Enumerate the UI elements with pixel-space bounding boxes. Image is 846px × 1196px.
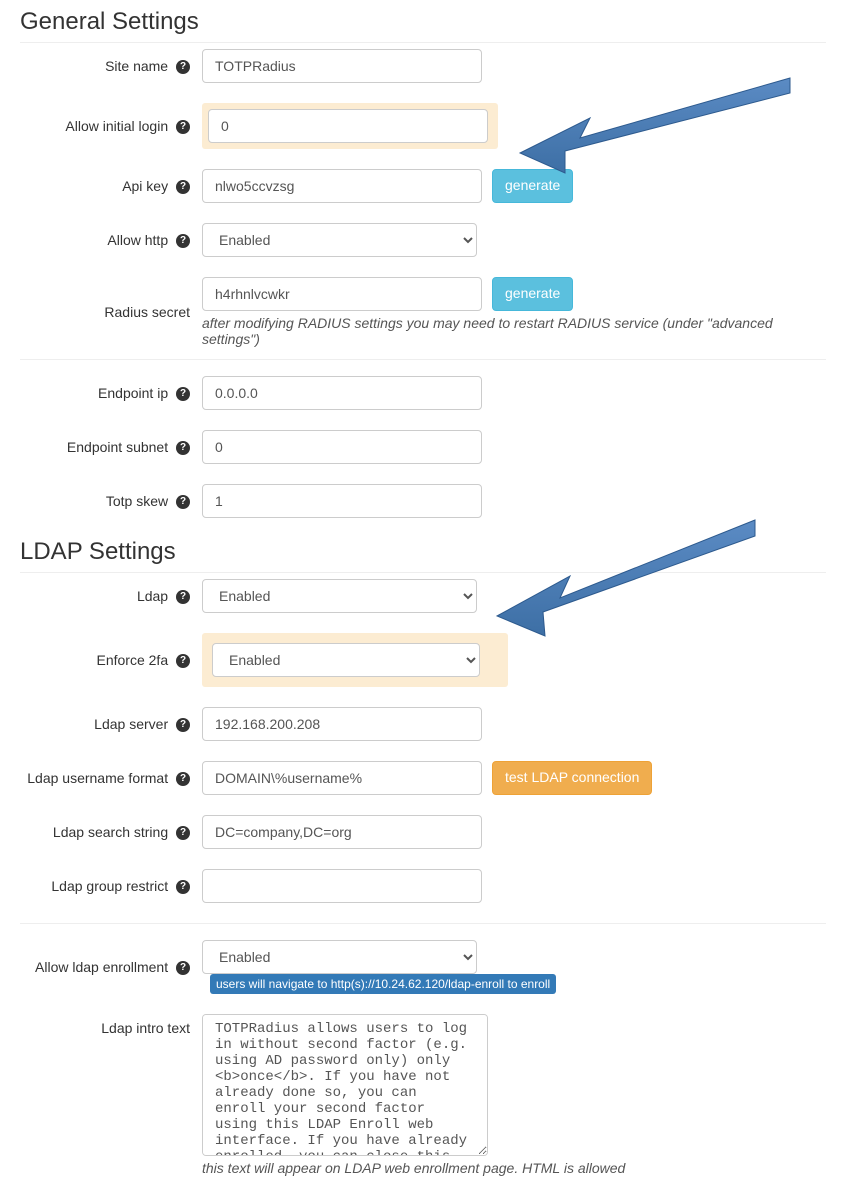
help-icon[interactable]: ?	[176, 441, 190, 455]
ldap-intro-textarea[interactable]: TOTPRadius allows users to log in withou…	[202, 1014, 488, 1156]
generate-radius-secret-button[interactable]: generate	[492, 277, 573, 311]
api-key-label: Api key	[122, 178, 168, 194]
radius-secret-label: Radius secret	[104, 304, 190, 320]
ldap-settings-heading: LDAP Settings	[20, 538, 826, 573]
api-key-input[interactable]	[202, 169, 482, 203]
ldap-group-restrict-label: Ldap group restrict	[51, 878, 168, 894]
help-icon[interactable]: ?	[176, 772, 190, 786]
general-settings-heading: General Settings	[20, 8, 826, 43]
allow-initial-login-label: Allow initial login	[65, 118, 168, 134]
help-icon[interactable]: ?	[176, 180, 190, 194]
endpoint-subnet-label: Endpoint subnet	[67, 439, 168, 455]
site-name-input[interactable]	[202, 49, 482, 83]
ldap-server-input[interactable]	[202, 707, 482, 741]
radius-secret-input[interactable]	[202, 277, 482, 311]
enforce-2fa-label: Enforce 2fa	[97, 652, 169, 668]
radius-help-text: after modifying RADIUS settings you may …	[202, 315, 826, 347]
endpoint-subnet-input[interactable]	[202, 430, 482, 464]
help-icon[interactable]: ?	[176, 495, 190, 509]
ldap-select[interactable]: Enabled	[202, 579, 477, 613]
ldap-group-restrict-input[interactable]	[202, 869, 482, 903]
help-icon[interactable]: ?	[176, 234, 190, 248]
allow-http-label: Allow http	[107, 232, 168, 248]
endpoint-ip-label: Endpoint ip	[98, 385, 168, 401]
ldap-username-format-input[interactable]	[202, 761, 482, 795]
help-icon[interactable]: ?	[176, 387, 190, 401]
allow-ldap-enrollment-select[interactable]: Enabled	[202, 940, 477, 974]
help-icon[interactable]: ?	[176, 60, 190, 74]
generate-api-key-button[interactable]: generate	[492, 169, 573, 203]
ldap-search-string-input[interactable]	[202, 815, 482, 849]
enrollment-url-badge: users will navigate to http(s)://10.24.6…	[210, 974, 556, 994]
ldap-intro-text-label: Ldap intro text	[101, 1020, 190, 1036]
allow-ldap-enrollment-label: Allow ldap enrollment	[35, 959, 168, 975]
endpoint-ip-input[interactable]	[202, 376, 482, 410]
ldap-label: Ldap	[137, 588, 168, 604]
ldap-username-format-label: Ldap username format	[27, 770, 168, 786]
site-name-label: Site name	[105, 58, 168, 74]
help-icon[interactable]: ?	[176, 654, 190, 668]
help-icon[interactable]: ?	[176, 590, 190, 604]
pointer-arrow-icon	[485, 508, 775, 648]
help-icon[interactable]: ?	[176, 120, 190, 134]
help-icon[interactable]: ?	[176, 718, 190, 732]
ldap-intro-help-text: this text will appear on LDAP web enroll…	[202, 1160, 826, 1176]
totp-skew-label: Totp skew	[106, 493, 168, 509]
allow-http-select[interactable]: Enabled	[202, 223, 477, 257]
divider	[20, 923, 826, 924]
help-icon[interactable]: ?	[176, 961, 190, 975]
enforce-2fa-select[interactable]: Enabled	[212, 643, 480, 677]
ldap-search-string-label: Ldap search string	[53, 824, 168, 840]
test-ldap-connection-button[interactable]: test LDAP connection	[492, 761, 652, 795]
help-icon[interactable]: ?	[176, 826, 190, 840]
help-icon[interactable]: ?	[176, 880, 190, 894]
totp-skew-input[interactable]	[202, 484, 482, 518]
divider	[20, 359, 826, 360]
allow-initial-login-input[interactable]	[208, 109, 488, 143]
ldap-server-label: Ldap server	[94, 716, 168, 732]
